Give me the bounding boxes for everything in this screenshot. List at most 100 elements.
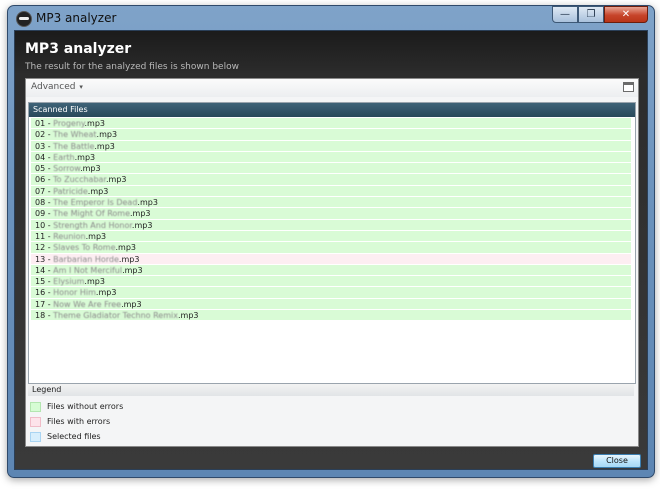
file-number: 18 - xyxy=(35,311,54,321)
file-name: Earth xyxy=(53,152,75,162)
file-extension: .mp3 xyxy=(87,186,109,196)
file-name: Patricide xyxy=(53,186,88,196)
file-row[interactable]: 03 - The Battle.mp3 xyxy=(31,140,631,152)
file-name: The Might Of Rome xyxy=(53,209,130,219)
legend-swatch xyxy=(30,401,41,412)
legend-item: Files with errors xyxy=(30,416,110,427)
file-number: 03 - xyxy=(35,141,54,151)
file-extension: .mp3 xyxy=(105,175,127,185)
file-name: The Wheat xyxy=(53,130,97,140)
file-number: 05 - xyxy=(35,164,54,174)
file-number: 14 - xyxy=(35,265,54,275)
file-extension: .mp3 xyxy=(121,299,142,309)
file-name: Progeny xyxy=(53,119,85,128)
file-row[interactable]: 13 - Barbarian Horde.mp3 xyxy=(31,253,631,265)
file-name: Strength And Honor xyxy=(53,220,132,230)
client-area: MP3 analyzer The result for the analyzed… xyxy=(14,30,648,470)
file-extension: .mp3 xyxy=(85,231,107,241)
window-title: MP3 analyzer xyxy=(36,11,117,25)
file-row[interactable]: 01 - Progeny.mp3 xyxy=(31,118,631,130)
file-extension: .mp3 xyxy=(130,209,151,219)
file-row[interactable]: 11 - Reunion.mp3 xyxy=(31,230,631,243)
file-row[interactable]: 05 - Sorrow.mp3 xyxy=(31,163,631,175)
file-number: 02 - xyxy=(35,130,54,140)
file-number: 13 - xyxy=(35,254,54,264)
file-row[interactable]: 04 - Earth.mp3 xyxy=(31,151,631,164)
file-rows: 01 - Progeny.mp3 02 - The Wheat.mp3 03 - T… xyxy=(31,118,631,322)
legend-label: Selected files xyxy=(47,432,101,441)
advanced-dropdown[interactable]: Advanced ▾ xyxy=(31,82,83,92)
file-name: The Emperor Is Dead xyxy=(53,198,138,208)
file-extension: .mp3 xyxy=(84,277,105,287)
chevron-down-icon: ▾ xyxy=(79,83,83,91)
app-icon xyxy=(16,11,32,27)
file-number: 12 - xyxy=(35,243,54,253)
file-row[interactable]: 14 - Am I Not Merciful.mp3 xyxy=(31,264,631,277)
scanned-files-list: Scanned Files 01 - Progeny.mp3 02 - The W… xyxy=(28,102,636,384)
file-extension: .mp3 xyxy=(94,141,115,151)
legend-item: Files without errors xyxy=(30,401,123,412)
maximize-button[interactable]: ❐ xyxy=(578,6,604,23)
file-row[interactable]: 15 - Elysium.mp3 xyxy=(31,276,631,288)
file-number: 08 - xyxy=(35,198,54,208)
file-row[interactable]: 17 - Now We Are Free.mp3 xyxy=(31,298,631,311)
page-title: MP3 analyzer xyxy=(25,41,132,57)
app-window: MP3 analyzer — ❐ ✕ MP3 analyzer The resu… xyxy=(7,5,655,478)
file-number: 17 - xyxy=(35,299,54,309)
file-extension: .mp3 xyxy=(96,130,118,140)
file-extension: .mp3 xyxy=(137,198,158,208)
file-number: 11 - xyxy=(35,231,54,241)
close-window-button[interactable]: ✕ xyxy=(604,6,648,23)
file-extension: .mp3 xyxy=(80,164,101,174)
window-view-icon[interactable] xyxy=(623,82,634,92)
file-row[interactable]: 02 - The Wheat.mp3 xyxy=(31,129,631,141)
file-row[interactable]: 10 - Strength And Honor.mp3 xyxy=(31,219,631,231)
file-extension: .mp3 xyxy=(115,243,137,253)
file-row[interactable]: 07 - Patricide.mp3 xyxy=(31,185,631,198)
results-panel: Advanced ▾ Scanned Files 01 - Progeny.mp… xyxy=(25,78,639,447)
legend-swatch xyxy=(30,431,41,442)
file-name: Sorrow xyxy=(53,164,81,174)
advanced-label: Advanced xyxy=(31,82,76,92)
file-row[interactable]: 06 - To Zucchabar.mp3 xyxy=(31,174,631,186)
minimize-icon: — xyxy=(560,9,570,20)
file-number: 04 - xyxy=(35,152,54,162)
file-extension: .mp3 xyxy=(95,288,117,298)
file-row[interactable]: 08 - The Emperor Is Dead.mp3 xyxy=(31,197,631,209)
file-name: Elysium xyxy=(53,277,85,287)
page-subtitle: The result for the analyzed files is sho… xyxy=(25,62,239,72)
minimize-button[interactable]: — xyxy=(552,6,578,23)
scanned-files-header: Scanned Files xyxy=(29,103,635,117)
file-name: Slaves To Rome xyxy=(53,243,116,253)
file-extension: .mp3 xyxy=(122,265,143,275)
panel-toolbar: Advanced ▾ xyxy=(26,79,638,97)
legend-item: Selected files xyxy=(30,431,101,442)
file-number: 09 - xyxy=(35,209,54,219)
file-name: The Battle xyxy=(53,141,95,151)
file-number: 07 - xyxy=(35,186,54,196)
legend-label: Files without errors xyxy=(47,402,124,411)
legend-header: Legend xyxy=(28,384,634,396)
file-name: Honor Him xyxy=(53,288,96,298)
file-name: To Zucchabar xyxy=(53,175,106,185)
file-row[interactable]: 18 - Theme Gladiator Techno Remix.mp3 xyxy=(31,310,631,322)
file-row[interactable]: 12 - Slaves To Rome.mp3 xyxy=(31,242,631,254)
file-row[interactable]: 16 - Honor Him.mp3 xyxy=(31,287,631,299)
file-name: Am I Not Merciful xyxy=(53,265,123,275)
legend-label: Files with errors xyxy=(47,417,111,426)
file-extension: .mp3 xyxy=(118,254,140,264)
file-extension: .mp3 xyxy=(131,220,153,230)
file-number: 16 - xyxy=(35,288,54,298)
file-number: 01 - xyxy=(35,119,54,128)
file-name: Theme Gladiator Techno Remix xyxy=(53,311,178,321)
file-extension: .mp3 xyxy=(74,152,96,162)
title-bar[interactable]: MP3 analyzer — ❐ ✕ xyxy=(8,6,654,30)
close-button[interactable]: Close xyxy=(593,454,641,468)
legend-swatch xyxy=(30,416,41,427)
file-name: Now We Are Free xyxy=(53,299,122,309)
file-number: 10 - xyxy=(35,220,54,230)
file-row[interactable]: 09 - The Might Of Rome.mp3 xyxy=(31,208,631,220)
file-number: 06 - xyxy=(35,175,54,185)
file-name: Barbarian Horde xyxy=(53,254,119,264)
file-number: 15 - xyxy=(35,277,54,287)
